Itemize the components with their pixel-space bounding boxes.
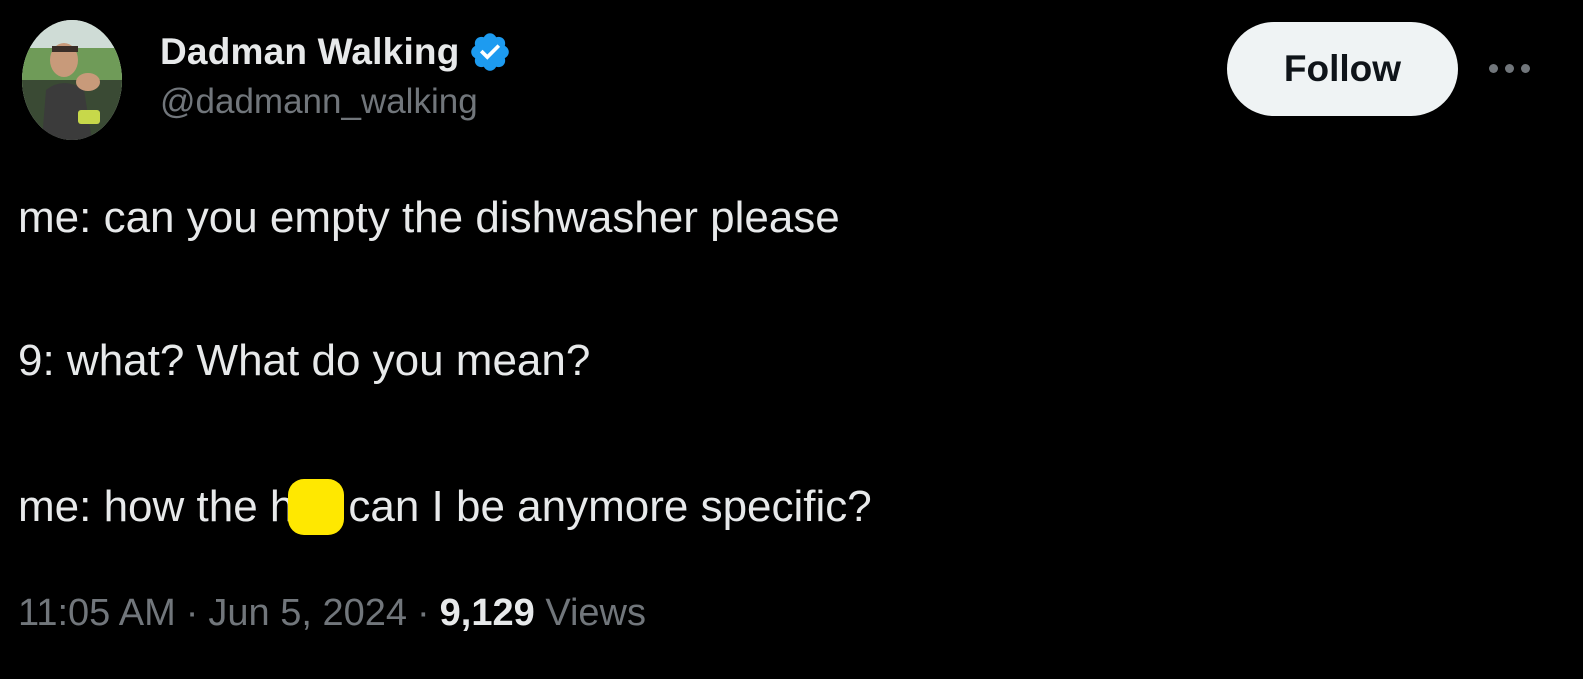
tweet-time[interactable]: 11:05 AM <box>18 592 176 634</box>
more-dot <box>1488 63 1498 73</box>
author-handle[interactable]: @dadmann_walking <box>160 82 512 122</box>
verified-badge-icon[interactable] <box>468 30 512 74</box>
avatar[interactable] <box>22 20 122 140</box>
views-label: Views <box>545 592 646 634</box>
meta-separator: · <box>185 592 199 634</box>
more-dot <box>1504 63 1514 73</box>
author-display-name[interactable]: Dadman Walking <box>160 31 460 73</box>
tweet-text-fragment: can I be anymore specific? <box>348 482 872 531</box>
tweet-text-line: 9: what? What do you mean? <box>18 336 591 385</box>
meta-separator: · <box>417 592 430 634</box>
more-dot <box>1520 63 1530 73</box>
redaction-mark <box>288 479 345 535</box>
views-count[interactable]: 9,129 <box>440 592 535 634</box>
tweet-card: Dadman Walking @dadmann_walking Follow m… <box>0 0 1583 679</box>
avatar-photo <box>22 20 122 140</box>
display-name-row: Dadman Walking <box>160 28 512 76</box>
tweet-text-line: me: can you empty the dishwasher please <box>18 193 840 242</box>
more-options-icon[interactable] <box>1484 52 1534 84</box>
tweet-metadata: 11:05 AM · Jun 5, 2024 · 9,129 Views <box>18 592 646 635</box>
tweet-text-fragment: me: how the h <box>18 482 295 531</box>
tweet-text-line: me: how the h can I be anymore specific? <box>18 479 872 535</box>
follow-button[interactable]: Follow <box>1227 22 1458 116</box>
tweet-date[interactable]: Jun 5, 2024 <box>208 592 407 634</box>
author-block: Dadman Walking @dadmann_walking <box>160 28 512 122</box>
